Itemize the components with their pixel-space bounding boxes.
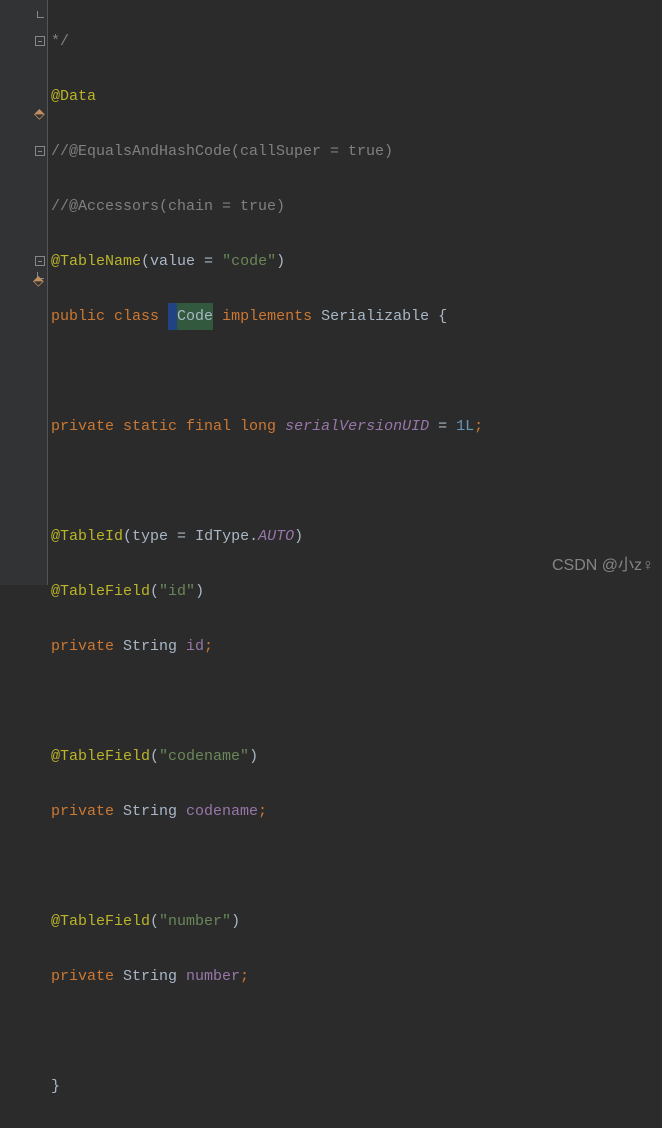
operator: = <box>177 523 195 551</box>
annotation: @TableId <box>51 523 123 551</box>
code-line[interactable]: @Data <box>51 83 483 111</box>
semicolon: ; <box>258 798 267 826</box>
string-literal: "id" <box>159 578 195 606</box>
paren: ( <box>150 578 159 606</box>
fold-end-icon[interactable] <box>34 8 46 20</box>
type-name: String <box>123 963 186 991</box>
brace: } <box>51 1073 60 1101</box>
code-line[interactable]: @TableField("id") <box>51 578 483 606</box>
keyword: public <box>51 303 114 331</box>
paren: ) <box>249 743 258 771</box>
field-name: serialVersionUID <box>285 413 438 441</box>
field-name: number <box>186 963 240 991</box>
code-line[interactable]: private String number; <box>51 963 483 991</box>
param-name: value <box>150 248 204 276</box>
code-line[interactable]: } <box>51 1073 483 1101</box>
comment-text: //@Accessors(chain = true) <box>51 193 285 221</box>
code-line[interactable] <box>51 468 483 496</box>
watermark-text: CSDN @小z♀ <box>552 552 654 580</box>
field-name: codename <box>186 798 258 826</box>
code-line[interactable]: private String id; <box>51 633 483 661</box>
semicolon: ; <box>474 413 483 441</box>
code-line[interactable] <box>51 688 483 716</box>
keyword: final <box>186 413 240 441</box>
type-name: IdType <box>195 523 249 551</box>
annotation: @Data <box>51 83 96 111</box>
paren: ) <box>231 908 240 936</box>
paren: ) <box>294 523 303 551</box>
keyword: private <box>51 413 123 441</box>
comment-text: */ <box>51 28 69 56</box>
comment-text: //@EqualsAndHashCode(callSuper = true) <box>51 138 393 166</box>
code-line[interactable]: //@Accessors(chain = true) <box>51 193 483 221</box>
fold-toggle-icon[interactable] <box>34 35 46 47</box>
annotation: @TableField <box>51 908 150 936</box>
keyword: static <box>123 413 186 441</box>
paren: ( <box>141 248 150 276</box>
paren: ) <box>276 248 285 276</box>
fold-toggle-icon[interactable] <box>34 145 46 157</box>
caret-position <box>168 303 177 331</box>
code-editor[interactable]: */ @Data //@EqualsAndHashCode(callSuper … <box>51 0 483 1128</box>
editor-gutter: ⬘ ⬘ <box>0 0 48 585</box>
code-line[interactable]: private static final long serialVersionU… <box>51 413 483 441</box>
type-name: String <box>123 798 186 826</box>
paren: ( <box>150 743 159 771</box>
keyword: private <box>51 633 123 661</box>
operator: = <box>438 413 456 441</box>
code-line[interactable] <box>51 358 483 386</box>
param-name: type <box>132 523 177 551</box>
code-line[interactable]: @TableField("number") <box>51 908 483 936</box>
number-literal: 1L <box>456 413 474 441</box>
type-name: Serializable <box>321 303 438 331</box>
string-literal: "codename" <box>159 743 249 771</box>
semicolon: ; <box>204 633 213 661</box>
override-gutter-icon[interactable]: ⬘ <box>34 102 45 130</box>
code-line[interactable]: //@EqualsAndHashCode(callSuper = true) <box>51 138 483 166</box>
code-line[interactable]: @TableId(type = IdType.AUTO) <box>51 523 483 551</box>
keyword: long <box>240 413 285 441</box>
string-literal: "code" <box>222 248 276 276</box>
code-line[interactable] <box>51 1018 483 1046</box>
enum-constant: AUTO <box>258 523 294 551</box>
type-name: String <box>123 633 186 661</box>
paren: ( <box>123 523 132 551</box>
class-name-highlight: Code <box>177 303 213 331</box>
annotation: @TableField <box>51 578 150 606</box>
annotation: @TableName <box>51 248 141 276</box>
dot: . <box>249 523 258 551</box>
fold-toggle-icon[interactable] <box>34 255 46 267</box>
code-line[interactable]: private String codename; <box>51 798 483 826</box>
code-line[interactable]: */ <box>51 28 483 56</box>
keyword: implements <box>222 303 321 331</box>
paren: ) <box>195 578 204 606</box>
string-literal: "number" <box>159 908 231 936</box>
field-name: id <box>186 633 204 661</box>
keyword: private <box>51 963 123 991</box>
brace: { <box>438 303 447 331</box>
paren: ( <box>150 908 159 936</box>
operator: = <box>204 248 222 276</box>
keyword: class <box>114 303 168 331</box>
code-line[interactable]: public class Code implements Serializabl… <box>51 303 483 331</box>
override-gutter-icon[interactable]: ⬘ <box>33 269 44 297</box>
code-line[interactable]: @TableField("codename") <box>51 743 483 771</box>
code-line[interactable] <box>51 853 483 881</box>
code-line[interactable]: @TableName(value = "code") <box>51 248 483 276</box>
keyword: private <box>51 798 123 826</box>
semicolon: ; <box>240 963 249 991</box>
annotation: @TableField <box>51 743 150 771</box>
